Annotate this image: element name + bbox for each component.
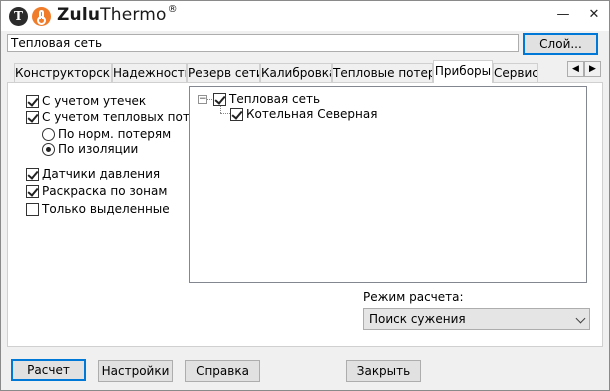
calc-button[interactable]: Расчет (11, 359, 86, 381)
tab-constructor[interactable]: Конструкторский (14, 63, 112, 82)
checkbox-unchecked-icon[interactable] (26, 202, 39, 216)
close-icon[interactable]: ✕ (583, 5, 605, 25)
leaks-checkbox[interactable]: С учетом утечек (26, 93, 146, 109)
zone-coloring-checkbox[interactable]: Раскраска по зонам (26, 183, 167, 199)
insulation-label: По изоляции (58, 142, 139, 156)
tab-scroll-left-icon[interactable]: ◀ (567, 61, 584, 77)
checkbox-checked-icon[interactable] (26, 167, 39, 181)
radio-unchecked-icon[interactable] (42, 127, 55, 141)
norm-losses-radio[interactable]: По норм. потерям (42, 126, 171, 142)
tree-item-boiler-north-label[interactable]: Котельная Северная (246, 107, 377, 121)
minimize-icon[interactable]: — (552, 5, 574, 25)
main-window: T ZuluThermo® — ✕ Тепловая сеть Слой... … (0, 0, 610, 391)
tab-reliability[interactable]: Надежность (112, 63, 187, 82)
tree-connector (220, 113, 230, 114)
checkbox-checked-icon[interactable] (26, 184, 39, 198)
registered-mark: ® (167, 4, 178, 15)
checkbox-checked-icon[interactable] (26, 94, 39, 108)
checkbox-checked-icon[interactable] (230, 107, 243, 121)
calc-mode-value: Поиск сужения (369, 312, 466, 326)
tree-item-heat-network-label[interactable]: Тепловая сеть (229, 92, 320, 106)
tree-item-boiler-north[interactable]: Котельная Северная (230, 106, 377, 122)
tab-service[interactable]: Сервис (493, 63, 538, 82)
leaks-label: С учетом утечек (42, 94, 147, 108)
network-path-field[interactable]: Тепловая сеть (7, 34, 519, 52)
pressure-sensors-checkbox[interactable]: Датчики давления (26, 166, 160, 182)
app-logo-t-icon: T (9, 7, 28, 26)
layer-button[interactable]: Слой... (523, 33, 598, 55)
calc-mode-label: Режим расчета: (363, 290, 464, 304)
norm-losses-label: По норм. потерям (58, 127, 172, 141)
tree-item-heat-network[interactable]: Тепловая сеть (213, 91, 320, 107)
app-title-rest: Thermo (100, 5, 167, 25)
tab-scroll-right-icon[interactable]: ▶ (584, 61, 601, 77)
network-tree-view[interactable]: − Тепловая сеть Котельная Северная (189, 86, 587, 283)
devices-panel: С учетом утечек С учетом тепловых потерь… (7, 82, 603, 347)
heat-losses-checkbox[interactable]: С учетом тепловых потерь (26, 109, 212, 125)
thermometer-logo-icon (32, 7, 51, 26)
zone-coloring-label: Раскраска по зонам (42, 184, 168, 198)
tab-calibration[interactable]: Калибровка (260, 63, 332, 82)
heat-losses-label: С учетом тепловых потерь (42, 110, 212, 124)
selected-only-checkbox[interactable]: Только выделенные (26, 201, 170, 217)
radio-checked-icon[interactable] (42, 142, 55, 156)
checkbox-checked-icon[interactable] (213, 92, 226, 106)
pressure-sensors-label: Датчики давления (42, 167, 161, 181)
insulation-radio[interactable]: По изоляции (42, 141, 138, 157)
chevron-down-icon (575, 313, 586, 324)
app-title-bold: Zulu (57, 5, 101, 25)
title-bar: T ZuluThermo® — ✕ (1, 1, 609, 31)
tab-heat-losses[interactable]: Тепловые потери (332, 63, 433, 82)
collapse-minus-icon[interactable]: − (198, 95, 207, 104)
tab-network-reserve[interactable]: Резерв сети (187, 63, 260, 82)
selected-only-label: Только выделенные (42, 202, 170, 216)
settings-button[interactable]: Настройки (98, 360, 173, 382)
tree-connector (207, 99, 212, 100)
calc-mode-select[interactable]: Поиск сужения (363, 308, 590, 330)
checkbox-checked-icon[interactable] (26, 110, 39, 124)
tab-devices[interactable]: Приборы (433, 60, 493, 83)
close-button[interactable]: Закрыть (346, 360, 421, 382)
app-title: ZuluThermo® (57, 4, 178, 25)
help-button[interactable]: Справка (185, 360, 260, 382)
